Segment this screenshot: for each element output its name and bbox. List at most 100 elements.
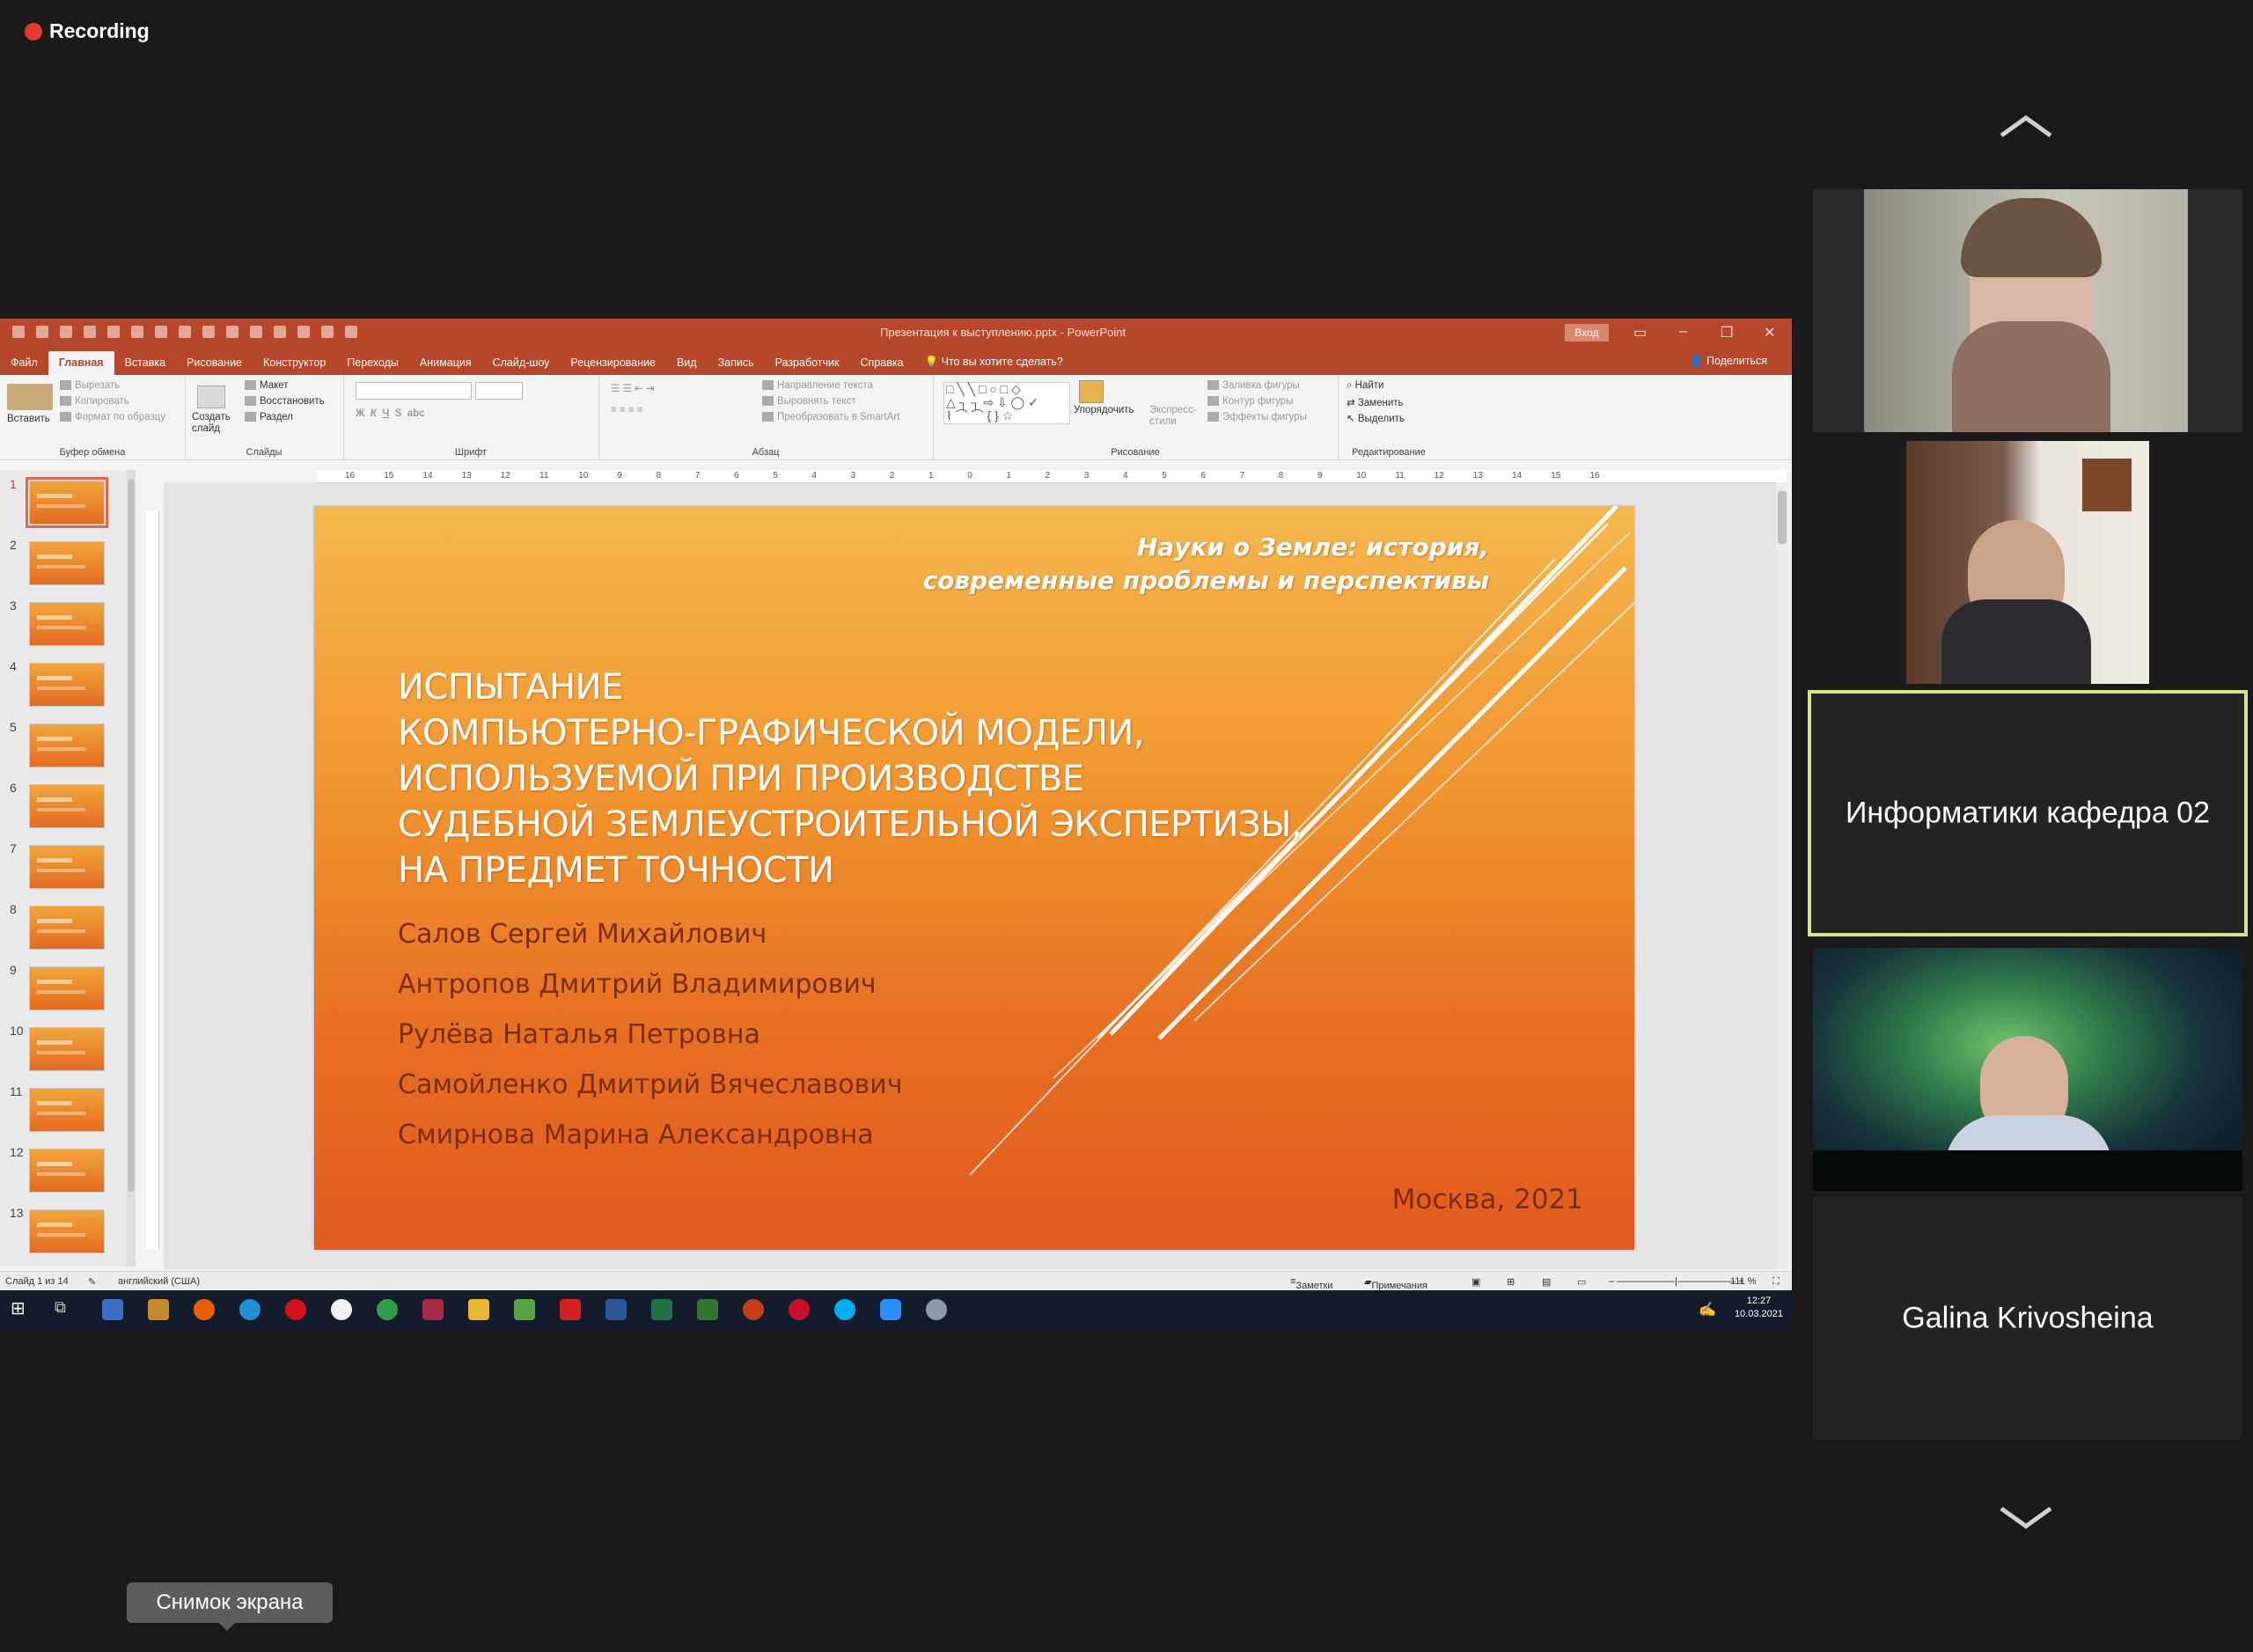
smartart-button[interactable]: Преобразовать в SmartArt: [762, 412, 900, 422]
slide-thumbnail[interactable]: 1: [0, 477, 132, 530]
thumbnails-scrollbar[interactable]: [127, 470, 136, 1267]
login-button[interactable]: Вход: [1565, 324, 1609, 341]
arrange-icon[interactable]: [1079, 380, 1104, 403]
tab-transitions[interactable]: Переходы: [336, 351, 409, 375]
arrange-button[interactable]: Упорядочить: [1074, 405, 1134, 415]
comment-icon[interactable]: [297, 326, 310, 338]
tab-animations[interactable]: Анимация: [409, 351, 482, 375]
app2-icon[interactable]: [789, 1299, 810, 1320]
tab-slideshow[interactable]: Слайд-шоу: [482, 351, 561, 375]
participant-video-4[interactable]: [1813, 948, 2242, 1191]
tab-file[interactable]: Файл: [0, 351, 48, 375]
tab-design[interactable]: Конструктор: [253, 351, 336, 375]
copy-button[interactable]: Копировать: [60, 396, 129, 407]
fit-slide-icon[interactable]: ⛶: [1772, 1276, 1780, 1288]
excel-icon[interactable]: [651, 1299, 672, 1320]
bullets-icon[interactable]: ☰ ☰ ⇤ ⇥: [611, 382, 654, 394]
picture-icon[interactable]: [250, 326, 262, 338]
section-button[interactable]: Раздел: [245, 412, 293, 422]
project-icon[interactable]: [697, 1299, 718, 1320]
save-icon[interactable]: [12, 326, 25, 338]
shapes-gallery[interactable]: □ ╲ ╲ □ ○ □ ◇ △ ┐ ┐ ⇨ ⇩ ◯ ✓ ⌇ ⌒ ⌒ { } ☆: [943, 382, 1070, 424]
scroll-down-icon[interactable]: [1998, 1505, 2054, 1531]
slide-thumbnail[interactable]: 12: [0, 1145, 132, 1198]
reading-view-icon[interactable]: ▤: [1542, 1276, 1551, 1288]
app-icon[interactable]: [422, 1299, 444, 1320]
cut-button[interactable]: Вырезать: [60, 380, 120, 391]
tab-home[interactable]: Главная: [48, 351, 114, 375]
shape-fill-button[interactable]: Заливка фигуры: [1207, 380, 1300, 391]
windows-start-icon[interactable]: ⊞: [11, 1297, 32, 1318]
slide-scrollbar[interactable]: [1776, 482, 1788, 1269]
print-icon[interactable]: [84, 326, 96, 338]
slide-thumbnail[interactable]: 11: [0, 1084, 132, 1137]
font-name-select[interactable]: [356, 382, 472, 400]
tab-record[interactable]: Запись: [708, 351, 765, 375]
edge-icon[interactable]: [239, 1299, 261, 1320]
shape-outline-button[interactable]: Контур фигуры: [1207, 396, 1293, 407]
acrobat-icon[interactable]: [560, 1299, 581, 1320]
quick-styles-button[interactable]: Экспресс-стили: [1149, 405, 1202, 428]
comments-button[interactable]: ▰ Примечания: [1364, 1276, 1427, 1291]
undo-icon[interactable]: [36, 326, 48, 338]
zoom-icon[interactable]: [880, 1299, 901, 1320]
layout-button[interactable]: Макет: [245, 380, 289, 391]
participant-tile-active-speaker[interactable]: Информатики кафедра 02: [1808, 690, 2248, 936]
new-slide-button[interactable]: Создать слайд: [192, 412, 236, 435]
find-button[interactable]: ⌕ Найти: [1347, 380, 1383, 392]
customize-icon[interactable]: [345, 326, 357, 338]
paste-icon[interactable]: [7, 384, 53, 410]
align-left-icon[interactable]: ≡ ≡ ≡ ≡: [611, 405, 642, 415]
tab-view[interactable]: Вид: [666, 351, 708, 375]
format-painter-button[interactable]: Формат по образцу: [60, 412, 165, 422]
zoom-level[interactable]: 111 %: [1730, 1276, 1757, 1287]
zoom-slider[interactable]: – ——————|—————— +: [1609, 1276, 1744, 1287]
bold-icon[interactable]: Ж К Ч S abc: [356, 408, 425, 419]
redo-icon[interactable]: [60, 326, 72, 338]
slide-thumbnail[interactable]: 4: [0, 659, 132, 712]
shape-icon[interactable]: [274, 326, 286, 338]
align-text-button[interactable]: Выровнять текст: [762, 396, 856, 407]
participant-video-1[interactable]: [1813, 189, 2242, 432]
tab-help[interactable]: Справка: [850, 351, 914, 375]
slide-thumbnail[interactable]: 13: [0, 1206, 132, 1259]
share-button[interactable]: 👤 Поделиться: [1690, 355, 1767, 368]
ribbon-display-icon[interactable]: ▭: [1633, 324, 1647, 341]
new-file-icon[interactable]: [155, 326, 167, 338]
slide-thumbnail[interactable]: 5: [0, 720, 132, 773]
replace-button[interactable]: ⇄ Заменить: [1347, 396, 1404, 408]
language-indicator[interactable]: английский (США): [118, 1276, 200, 1287]
tab-review[interactable]: Рецензирование: [560, 351, 666, 375]
tab-insert[interactable]: Вставка: [114, 351, 176, 375]
skype-icon[interactable]: [834, 1299, 855, 1320]
scroll-up-icon[interactable]: [1998, 113, 2054, 139]
word-icon[interactable]: [605, 1299, 627, 1320]
task-view-icon[interactable]: ⧉: [55, 1298, 76, 1319]
text-direction-button[interactable]: Направление текста: [762, 380, 873, 391]
normal-view-icon[interactable]: ▣: [1471, 1276, 1480, 1288]
slide-thumbnail[interactable]: 10: [0, 1024, 132, 1076]
tab-developer[interactable]: Разработчик: [765, 351, 850, 375]
system-clock[interactable]: 12:27 10.03.2021: [1735, 1295, 1783, 1321]
opera-icon[interactable]: [285, 1299, 306, 1320]
slideshow-icon[interactable]: [321, 326, 334, 338]
pen-icon[interactable]: ✍: [1699, 1301, 1716, 1318]
quick-access-toolbar[interactable]: [12, 326, 357, 338]
restore-icon[interactable]: ❐: [1721, 324, 1733, 341]
close-icon[interactable]: ✕: [1764, 324, 1775, 341]
preview-icon[interactable]: [107, 326, 120, 338]
paste-button[interactable]: Вставить: [7, 414, 50, 424]
tab-draw[interactable]: Рисование: [176, 351, 253, 375]
media-icon[interactable]: [148, 1299, 169, 1320]
slide-thumbnail[interactable]: 3: [0, 598, 132, 651]
shape-effects-button[interactable]: Эффекты фигуры: [1207, 412, 1307, 422]
spellcheck-status-icon[interactable]: ✎: [88, 1276, 96, 1288]
yandex-browser-icon[interactable]: [331, 1299, 352, 1320]
select-button[interactable]: ↖ Выделить: [1347, 412, 1405, 424]
table-icon[interactable]: [202, 326, 215, 338]
open-icon[interactable]: [179, 326, 191, 338]
font-size-select[interactable]: [475, 382, 523, 400]
chrome-icon[interactable]: [377, 1299, 398, 1320]
calculator-icon[interactable]: [102, 1299, 123, 1320]
spellcheck-icon[interactable]: [131, 326, 143, 338]
